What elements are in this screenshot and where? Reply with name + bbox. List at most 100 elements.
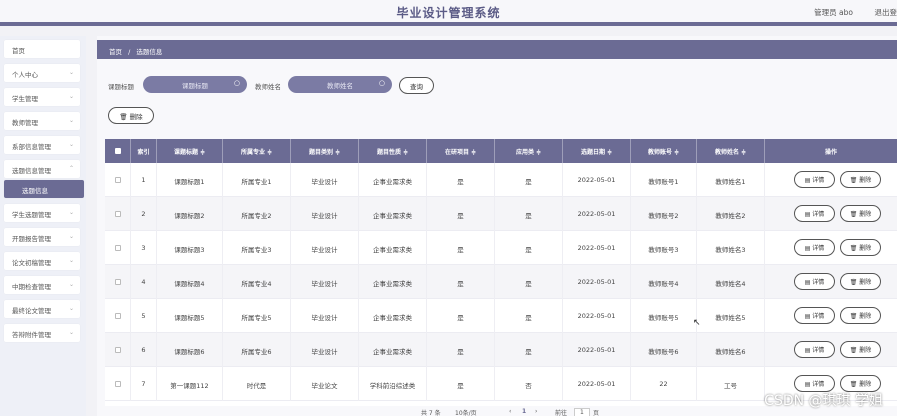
detail-button[interactable]: ▤ 详情 [794,307,835,324]
detail-button[interactable]: ▤ 详情 [794,171,835,188]
cell-teacher-name: 教师姓名4 [697,265,765,299]
cell-major: 所属专业1 [223,163,291,197]
row-checkbox[interactable] [115,177,121,183]
column-header[interactable]: 选题日期 ≑ [563,139,631,163]
detail-button[interactable]: ▤ 详情 [794,341,835,358]
chevron-down-icon: ⌄ [68,117,74,124]
row-delete-button[interactable]: 🗑 删除 [840,171,881,188]
detail-button[interactable]: ▤ 详情 [794,273,835,290]
row-checkbox[interactable] [115,313,121,319]
topic-search-label: 课题标题 [108,83,134,91]
row-delete-button[interactable]: 🗑 删除 [840,239,881,256]
cell-major: 所属专业4 [223,265,291,299]
cell-applied: 否 [495,367,563,401]
column-header[interactable]: 课题标题 ≑ [157,139,223,163]
row-checkbox[interactable] [115,245,121,251]
row-checkbox[interactable] [115,279,121,285]
page-size-select[interactable]: 10条/页 [455,408,477,416]
sidebar-item-final-thesis[interactable]: 最终论文管理 ⌄ [4,300,80,318]
row-delete-label: 删除 [859,381,872,388]
detail-button[interactable]: ▤ 详情 [794,205,835,222]
select-all-checkbox[interactable] [115,148,121,154]
sidebar-item-proposals[interactable]: 开题报告管理 ⌄ [4,228,80,246]
table-row[interactable]: 4 课题标题4 所属专业4 毕业设计 企事业需求类是是 2022-05-01 教师账号4 教师… [105,265,897,299]
detail-button[interactable]: ▤ 详情 [794,239,835,256]
breadcrumb-home[interactable]: 首页 [109,48,122,56]
sidebar-item-label: 答辩附件管理 [12,331,51,339]
batch-delete-button[interactable]: 🗑 删除 [108,107,154,124]
sidebar-item-students[interactable]: 学生管理 ⌄ [4,88,80,106]
sidebar-item-defense-files[interactable]: 答辩附件管理 ⌄ [4,324,80,342]
sidebar-item-topic-management[interactable]: 选题信息管理 ⌃ [4,160,80,178]
pager-total: 共 7 条 [421,410,441,416]
sidebar-item-drafts[interactable]: 论文初稿管理 ⌄ [4,252,80,270]
cell-category: 毕业设计 [291,197,359,231]
row-delete-label: 删除 [859,177,872,184]
row-checkbox[interactable] [115,381,121,387]
cell-topic-title: 课题标题3 [157,231,223,265]
sidebar-item-personal-center[interactable]: 个人中心 ⌄ [4,64,80,82]
cell-teacher-name: 教师姓名3 [697,231,765,265]
cell-date: 2022-05-01 [563,163,631,197]
sidebar-item-student-topics[interactable]: 学生选题管理 ⌄ [4,204,80,222]
teacher-search-label: 教师姓名 [255,83,281,91]
row-checkbox[interactable] [115,347,121,353]
column-header[interactable]: 教师账号 ≑ [631,139,697,163]
cell-in-research: 是 [427,231,495,265]
table-row[interactable]: 3 课题标题3 所属专业3 毕业设计 企事业需求类是是 2022-05-01 教师账号3 教师… [105,231,897,265]
cell-teacher-account: 22 [631,367,697,401]
cell-teacher-account: 教师账号3 [631,231,697,265]
chevron-down-icon: ⌄ [68,93,74,100]
search-icon: ○ [378,79,385,87]
row-delete-button[interactable]: 🗑 删除 [840,341,881,358]
row-checkbox[interactable] [115,211,121,217]
sidebar-item-label: 首页 [12,47,25,55]
batch-delete-label: 删除 [129,113,143,121]
table-row[interactable]: 6 课题标题6 所属专业6 毕业设计 企事业需求类是是 2022-05-01 教师账号6 教师… [105,333,897,367]
column-header[interactable]: 应用类 ≑ [495,139,563,163]
row-select-cell [105,299,131,333]
column-header[interactable]: 教师姓名 ≑ [697,139,765,163]
cell-teacher-name: 教师姓名2 [697,197,765,231]
cell-teacher-name: 教师姓名5 [697,299,765,333]
chevron-down-icon: ⌄ [68,69,74,76]
cell-index: 3 [131,231,157,265]
column-header[interactable]: 题目类别 ≑ [291,139,359,163]
cell-index: 7 [131,367,157,401]
row-delete-label: 删除 [859,245,872,252]
sidebar-item-label: 个人中心 [12,71,38,79]
prev-page-button[interactable]: ‹ [509,408,511,415]
chevron-down-icon: ⌄ [68,233,74,240]
trash-icon: 🗑 [849,245,860,252]
logout-link[interactable]: 退出登 [875,7,897,18]
goto-page-input[interactable]: 1 [574,408,590,416]
row-select-cell [105,367,131,401]
next-page-button[interactable]: › [535,408,537,415]
cell-major: 所属专业3 [223,231,291,265]
sidebar-item-label: 学生管理 [12,95,38,103]
chevron-up-icon: ⌃ [68,165,74,172]
table-row[interactable]: 1 课题标题1 所属专业1 毕业设计 企事业需求类是是 2022-05-01 教师账号1 教师… [105,163,897,197]
cell-date: 2022-05-01 [563,299,631,333]
row-delete-button[interactable]: 🗑 删除 [840,273,881,290]
sidebar-item-midterm[interactable]: 中期检查管理 ⌄ [4,276,80,294]
table-row[interactable]: 2 课题标题2 所属专业2 毕业设计 企事业需求类是是 2022-05-01 教师账号2 教师… [105,197,897,231]
table-row[interactable]: 5 课题标题5 所属专业5 毕业设计 企事业需求类是是 2022-05-01 教师账号5 教师… [105,299,897,333]
sidebar-item-teachers[interactable]: 教师管理 ⌄ [4,112,80,130]
row-delete-button[interactable]: 🗑 删除 [840,205,881,222]
row-delete-button[interactable]: 🗑 删除 [840,307,881,324]
sidebar-item-topic-info[interactable]: 选题信息 [4,180,84,198]
column-header[interactable]: 题目性质 ≑ [359,139,427,163]
query-button[interactable]: 查询 [399,77,434,94]
teacher-search-input[interactable]: 教师姓名 ○ [288,76,392,93]
detail-button-label: 详情 [812,245,825,252]
sidebar-item-home[interactable]: 首页 [4,40,80,58]
column-header[interactable]: 所属专业 ≑ [223,139,291,163]
search-icon: ○ [233,79,240,87]
sidebar-item-departments[interactable]: 系部信息管理 ⌄ [4,136,80,154]
row-select-cell [105,197,131,231]
cell-teacher-account: 教师账号6 [631,333,697,367]
column-header[interactable]: 在研项目 ≑ [427,139,495,163]
topic-search-input[interactable]: 课题标题 ○ [143,76,247,93]
current-page[interactable]: 1 [522,408,526,415]
